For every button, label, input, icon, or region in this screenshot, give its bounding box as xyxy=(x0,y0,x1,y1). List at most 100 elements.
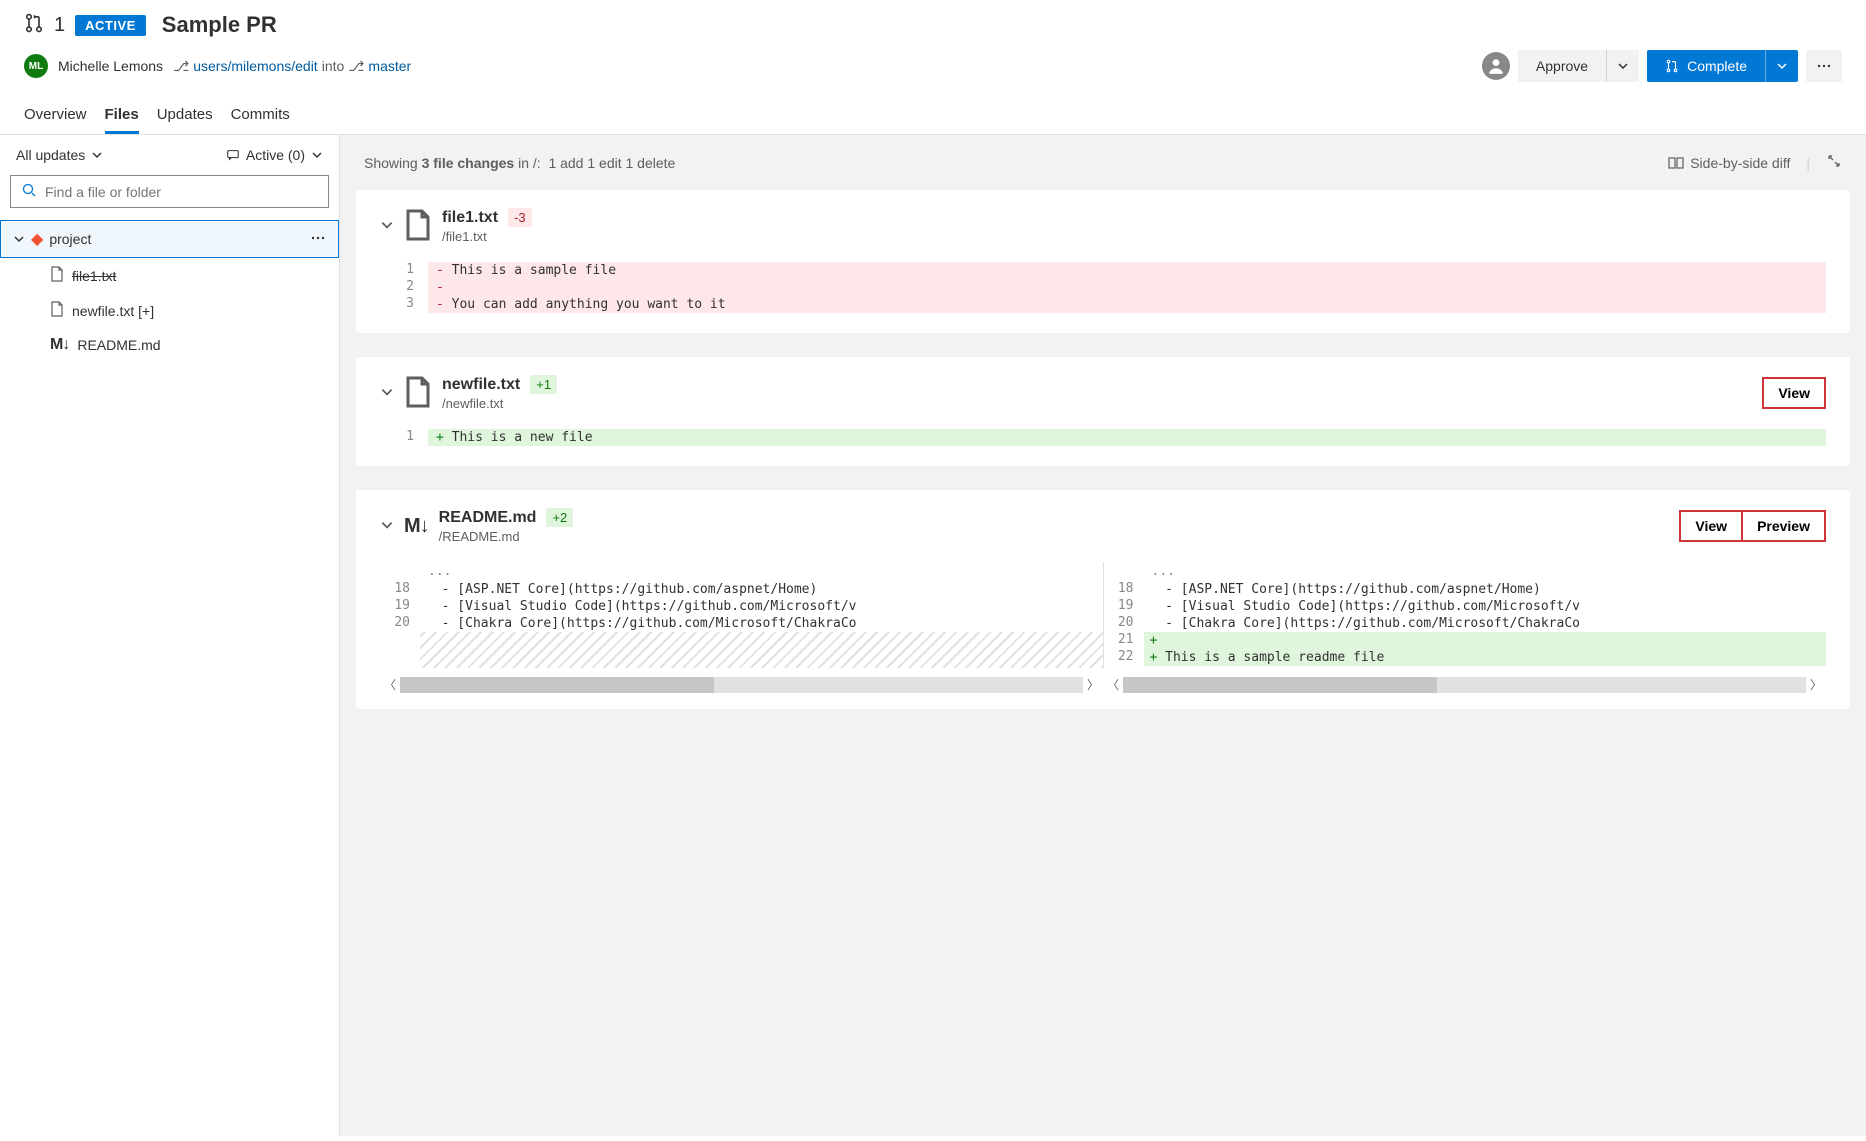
markdown-icon: M↓ xyxy=(50,336,69,354)
diff-line: - [Visual Studio Code](https://github.co… xyxy=(1144,598,1827,615)
file-path: /file1.txt xyxy=(442,229,532,244)
diff-mode-toggle[interactable]: Side-by-side diff xyxy=(1668,155,1790,171)
file-path: /README.md xyxy=(439,529,574,544)
diff-line: - [ASP.NET Core](https://github.com/aspn… xyxy=(1144,581,1827,598)
file-icon xyxy=(404,209,432,244)
preview-button[interactable]: Preview xyxy=(1743,510,1826,542)
scroll-left-button[interactable]: 〈 xyxy=(1103,676,1123,693)
scrollbar-track[interactable] xyxy=(400,677,1083,693)
branch-icon: ⎇ xyxy=(173,58,189,75)
tree-item-readme[interactable]: M↓ README.md xyxy=(0,328,339,362)
side-by-side-icon xyxy=(1668,156,1684,170)
chevron-down-icon xyxy=(311,149,323,161)
line-number: 18 xyxy=(380,581,420,598)
source-branch-link[interactable]: users/milemons/edit xyxy=(193,58,318,74)
diff-gap xyxy=(420,632,1103,668)
scrollbar-track[interactable] xyxy=(1123,677,1806,693)
line-number: 19 xyxy=(380,598,420,615)
file-search-input[interactable] xyxy=(10,175,329,208)
tree-item-newfile[interactable]: newfile.txt [+] xyxy=(0,293,339,328)
file-icon xyxy=(404,376,432,411)
diff-stats: 1 add 1 edit 1 delete xyxy=(548,155,675,171)
branch-icon: ⎇ xyxy=(348,58,364,75)
page-header: 1 ACTIVE Sample PR ML Michelle Lemons ⎇ … xyxy=(0,0,1866,135)
diff-badge-pos: +2 xyxy=(546,508,573,527)
status-badge: ACTIVE xyxy=(75,15,146,36)
diff-line-deleted: - You can add anything you want to it xyxy=(428,296,1826,313)
scroll-left-button[interactable]: 〈 xyxy=(380,676,400,693)
target-branch-link[interactable]: master xyxy=(368,58,411,74)
pr-title: Sample PR xyxy=(162,12,277,38)
pull-request-icon xyxy=(24,13,44,38)
file-card-readme: M↓ README.md +2 /README.md View Preview xyxy=(356,490,1850,709)
complete-dropdown[interactable] xyxy=(1765,50,1798,82)
diff-line-deleted: - xyxy=(428,279,1826,296)
diff-line: - [ASP.NET Core](https://github.com/aspn… xyxy=(420,581,1103,598)
diff-line-added: + This is a new file xyxy=(428,429,1826,446)
collapse-toggle[interactable] xyxy=(380,218,394,235)
diff-left-pane: ... 18 - [ASP.NET Core](https://github.c… xyxy=(380,562,1104,668)
complete-button[interactable]: Complete xyxy=(1647,50,1765,82)
file-card-newfile: newfile.txt +1 /newfile.txt View 1+ This… xyxy=(356,357,1850,466)
approve-button[interactable]: Approve xyxy=(1518,50,1606,82)
collapse-toggle[interactable] xyxy=(380,385,394,402)
markdown-icon: M↓ xyxy=(404,515,429,538)
file-card-file1: file1.txt -3 /file1.txt 1- This is a sam… xyxy=(356,190,1850,333)
line-number: 2 xyxy=(380,279,428,296)
merge-icon xyxy=(1665,59,1679,73)
tree-root-project[interactable]: ◆ project xyxy=(0,220,339,258)
line-number: 1 xyxy=(380,429,428,446)
pr-number: 1 xyxy=(54,14,65,37)
line-number: 22 xyxy=(1104,649,1144,666)
line-number: 20 xyxy=(380,615,420,632)
diff-line: - [Chakra Core](https://github.com/Micro… xyxy=(1144,615,1827,632)
view-button[interactable]: View xyxy=(1679,510,1743,542)
more-actions-button[interactable] xyxy=(1806,50,1842,82)
comments-filter-dropdown[interactable]: Active (0) xyxy=(226,147,323,163)
chevron-down-icon xyxy=(91,149,103,161)
line-number: 20 xyxy=(1104,615,1144,632)
fullscreen-button[interactable] xyxy=(1826,153,1842,172)
file-name: file1.txt xyxy=(442,209,498,227)
line-number: 1 xyxy=(380,262,428,279)
diff-line-added: + This is a sample readme file xyxy=(1144,649,1827,666)
chevron-down-icon xyxy=(13,233,25,245)
tab-commits[interactable]: Commits xyxy=(231,98,290,134)
showing-label: Showing xyxy=(364,155,422,171)
search-icon xyxy=(21,182,37,201)
updates-dropdown[interactable]: All updates xyxy=(16,147,103,163)
line-number: 19 xyxy=(1104,598,1144,615)
tab-updates[interactable]: Updates xyxy=(157,98,213,134)
view-button[interactable]: View xyxy=(1762,377,1826,409)
diff-line-deleted: - This is a sample file xyxy=(428,262,1826,279)
diff-line-added: + xyxy=(1144,632,1827,649)
diff-content: Showing 3 file changes in /: 1 add 1 edi… xyxy=(340,135,1866,1136)
in-label: in /: xyxy=(514,155,540,171)
author-avatar[interactable]: ML xyxy=(24,54,48,78)
into-label: into xyxy=(322,58,345,74)
scroll-right-button[interactable]: 〉 xyxy=(1806,676,1826,693)
tree-item-more[interactable] xyxy=(310,230,326,249)
line-number: 3 xyxy=(380,296,428,313)
line-number: 21 xyxy=(1104,632,1144,649)
diff-line: - [Chakra Core](https://github.com/Micro… xyxy=(420,615,1103,632)
comment-icon xyxy=(226,148,240,162)
reviewer-avatar[interactable] xyxy=(1482,52,1510,80)
scrollbar-thumb[interactable] xyxy=(1123,677,1437,693)
diff-badge-pos: +1 xyxy=(530,375,557,394)
tab-overview[interactable]: Overview xyxy=(24,98,87,134)
file-icon xyxy=(50,266,64,285)
scrollbar-thumb[interactable] xyxy=(400,677,714,693)
git-repo-icon: ◆ xyxy=(31,229,43,249)
tab-bar: Overview Files Updates Commits xyxy=(24,98,1842,134)
author-name: Michelle Lemons xyxy=(58,58,163,74)
file-count: 3 file changes xyxy=(422,155,515,171)
tree-item-file1[interactable]: file1.txt xyxy=(0,258,339,293)
file-name: newfile.txt xyxy=(442,376,520,394)
collapse-toggle[interactable] xyxy=(380,518,394,535)
tab-files[interactable]: Files xyxy=(105,98,139,134)
approve-dropdown[interactable] xyxy=(1606,50,1639,82)
line-number: 18 xyxy=(1104,581,1144,598)
file-icon xyxy=(50,301,64,320)
scroll-right-button[interactable]: 〉 xyxy=(1083,676,1103,693)
